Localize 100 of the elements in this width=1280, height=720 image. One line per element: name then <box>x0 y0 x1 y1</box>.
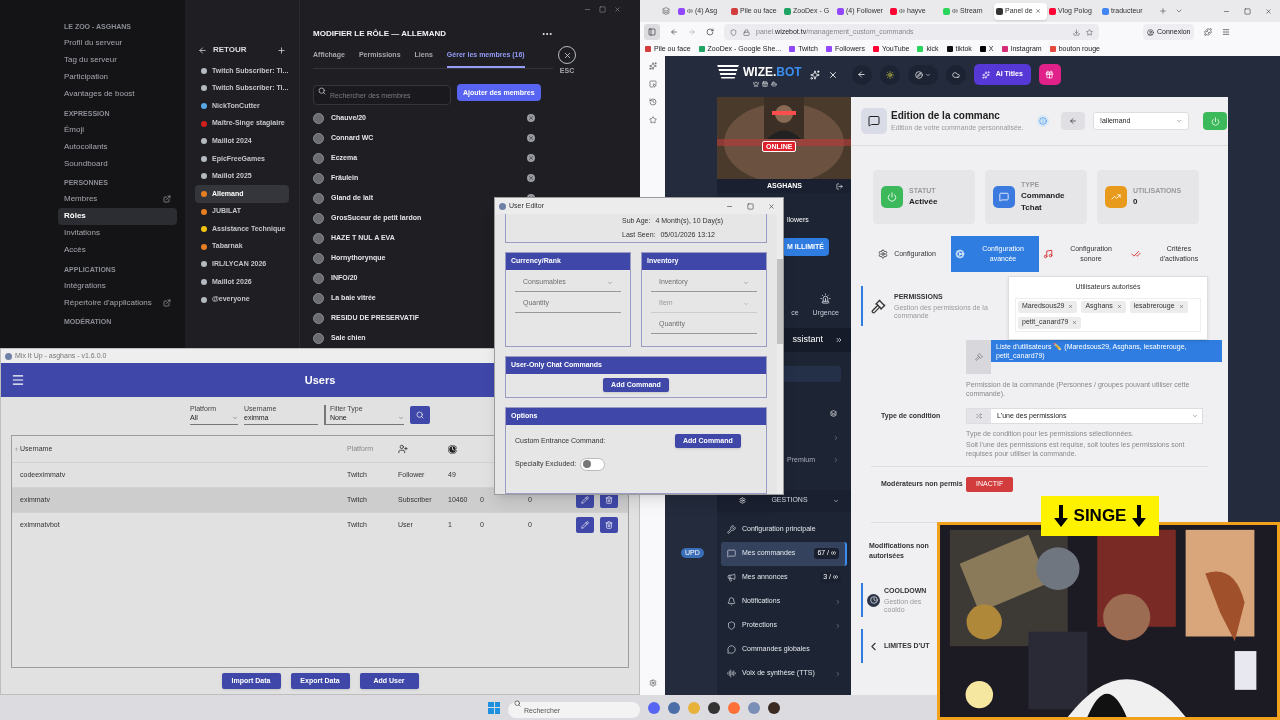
back-button[interactable] <box>851 64 872 85</box>
settings-item[interactable]: Tag du serveur <box>58 51 177 69</box>
x-icon[interactable] <box>827 69 838 80</box>
caret-icon <box>232 415 238 421</box>
clock-icon <box>448 444 457 454</box>
settings-item[interactable]: Invitations <box>58 224 177 242</box>
menu-icon[interactable] <box>1222 28 1231 36</box>
caret-icon[interactable] <box>833 497 839 504</box>
settings-item[interactable]: Accès <box>58 241 177 259</box>
edit-button[interactable] <box>576 517 594 533</box>
megaphone-icon <box>727 573 736 582</box>
settings-icon[interactable] <box>648 679 657 687</box>
close-icon[interactable] <box>614 6 621 13</box>
settings-item[interactable]: Profil du serveur <box>58 34 177 52</box>
settings-item[interactable]: Autocollants <box>58 138 177 155</box>
sidebar-button[interactable] <box>644 24 660 40</box>
caret-icon <box>1192 413 1198 419</box>
compass-button[interactable] <box>907 64 938 85</box>
member-avatar <box>313 212 324 224</box>
remove-icon[interactable] <box>1072 320 1078 325</box>
add-icon[interactable] <box>277 45 286 55</box>
panel-icon[interactable] <box>830 410 837 417</box>
back-arrow-icon <box>857 70 867 79</box>
settings-item[interactable]: Intégrations <box>58 277 177 294</box>
back-link[interactable]: RETOUR <box>213 44 277 56</box>
audio-wave-icon <box>727 669 736 678</box>
minimize-icon[interactable] <box>584 6 591 13</box>
chevron-icon <box>833 435 839 441</box>
member-avatar <box>313 172 324 184</box>
extensions-icon[interactable] <box>1204 28 1213 36</box>
search-button[interactable] <box>410 406 430 424</box>
back-button[interactable] <box>1061 112 1085 130</box>
power-button[interactable] <box>1203 112 1227 130</box>
history-icon[interactable] <box>648 98 657 106</box>
settings-item[interactable]: Avantages de boost <box>58 85 177 103</box>
gear-icon <box>878 249 889 259</box>
edit-icon <box>581 496 589 504</box>
maximize-icon[interactable] <box>599 6 606 13</box>
settings-item[interactable]: Répertoire d'applications <box>58 294 177 311</box>
close-tab-icon[interactable] <box>1034 8 1041 14</box>
theme-button[interactable] <box>879 64 900 85</box>
gear-icon <box>739 497 746 504</box>
taskbar-app-icon[interactable] <box>768 701 780 714</box>
settings-item[interactable]: Participation <box>58 68 177 86</box>
reload-icon[interactable] <box>706 28 714 36</box>
lock-icon <box>743 28 750 36</box>
member-avatar <box>313 112 324 124</box>
member-avatar <box>313 272 324 284</box>
remove-icon[interactable] <box>1068 304 1074 309</box>
menu-icon[interactable] <box>11 373 25 387</box>
back-arrow-icon <box>1069 117 1077 125</box>
settings-item[interactable]: Soundboard <box>58 155 177 172</box>
download-icon[interactable] <box>1073 28 1080 36</box>
caret-icon[interactable] <box>1175 7 1183 15</box>
page-title: Users <box>303 372 337 388</box>
maximize-icon[interactable] <box>1244 7 1251 15</box>
back-icon[interactable] <box>670 28 678 36</box>
remove-icon[interactable] <box>527 114 535 122</box>
member-avatar <box>313 292 324 304</box>
siren-icon[interactable] <box>820 292 832 304</box>
stat-value: Activée <box>909 196 938 209</box>
delete-button[interactable] <box>600 517 618 533</box>
remove-icon[interactable] <box>1116 304 1122 309</box>
power-icon <box>1210 116 1220 126</box>
remove-icon[interactable] <box>527 134 535 142</box>
remove-icon[interactable] <box>527 154 535 162</box>
new-tab-icon[interactable] <box>1159 7 1167 15</box>
toggle-switch[interactable] <box>580 457 606 471</box>
gift-button[interactable] <box>1038 64 1061 85</box>
caret-icon <box>607 279 613 286</box>
logout-icon[interactable] <box>836 182 843 190</box>
shield-icon <box>727 621 736 630</box>
back-arrow-icon[interactable] <box>198 45 207 55</box>
bookmark-star-icon[interactable] <box>648 116 657 124</box>
tab-list-icon[interactable] <box>662 7 670 15</box>
wrench-icon <box>727 525 736 534</box>
crown-icon <box>753 80 759 87</box>
cloud-button[interactable] <box>945 64 966 85</box>
chevron-icon <box>833 457 839 464</box>
gavel-icon <box>871 298 886 314</box>
remove-icon[interactable] <box>527 174 535 182</box>
shuffle-icon <box>976 413 982 419</box>
cloud-icon <box>951 70 960 79</box>
down-arrow-icon <box>1132 505 1147 527</box>
member-avatar <box>313 152 324 164</box>
star-icon[interactable] <box>1086 28 1093 36</box>
close-icon[interactable] <box>768 202 775 210</box>
settings-item[interactable]: Émoji <box>58 121 177 138</box>
robot-icon <box>771 80 777 87</box>
maximize-icon[interactable] <box>747 202 754 210</box>
start-icon[interactable] <box>488 701 500 714</box>
tabs-icon[interactable] <box>648 80 657 88</box>
app-icon <box>499 202 506 210</box>
taskbar-app-icon[interactable] <box>708 701 720 714</box>
settings-item[interactable]: Membres <box>58 190 177 208</box>
settings-item[interactable]: Rôles <box>58 207 177 225</box>
close-icon[interactable] <box>1265 7 1272 15</box>
member-avatar <box>313 312 324 324</box>
remove-icon[interactable] <box>1178 304 1184 309</box>
search-icon <box>514 700 521 707</box>
